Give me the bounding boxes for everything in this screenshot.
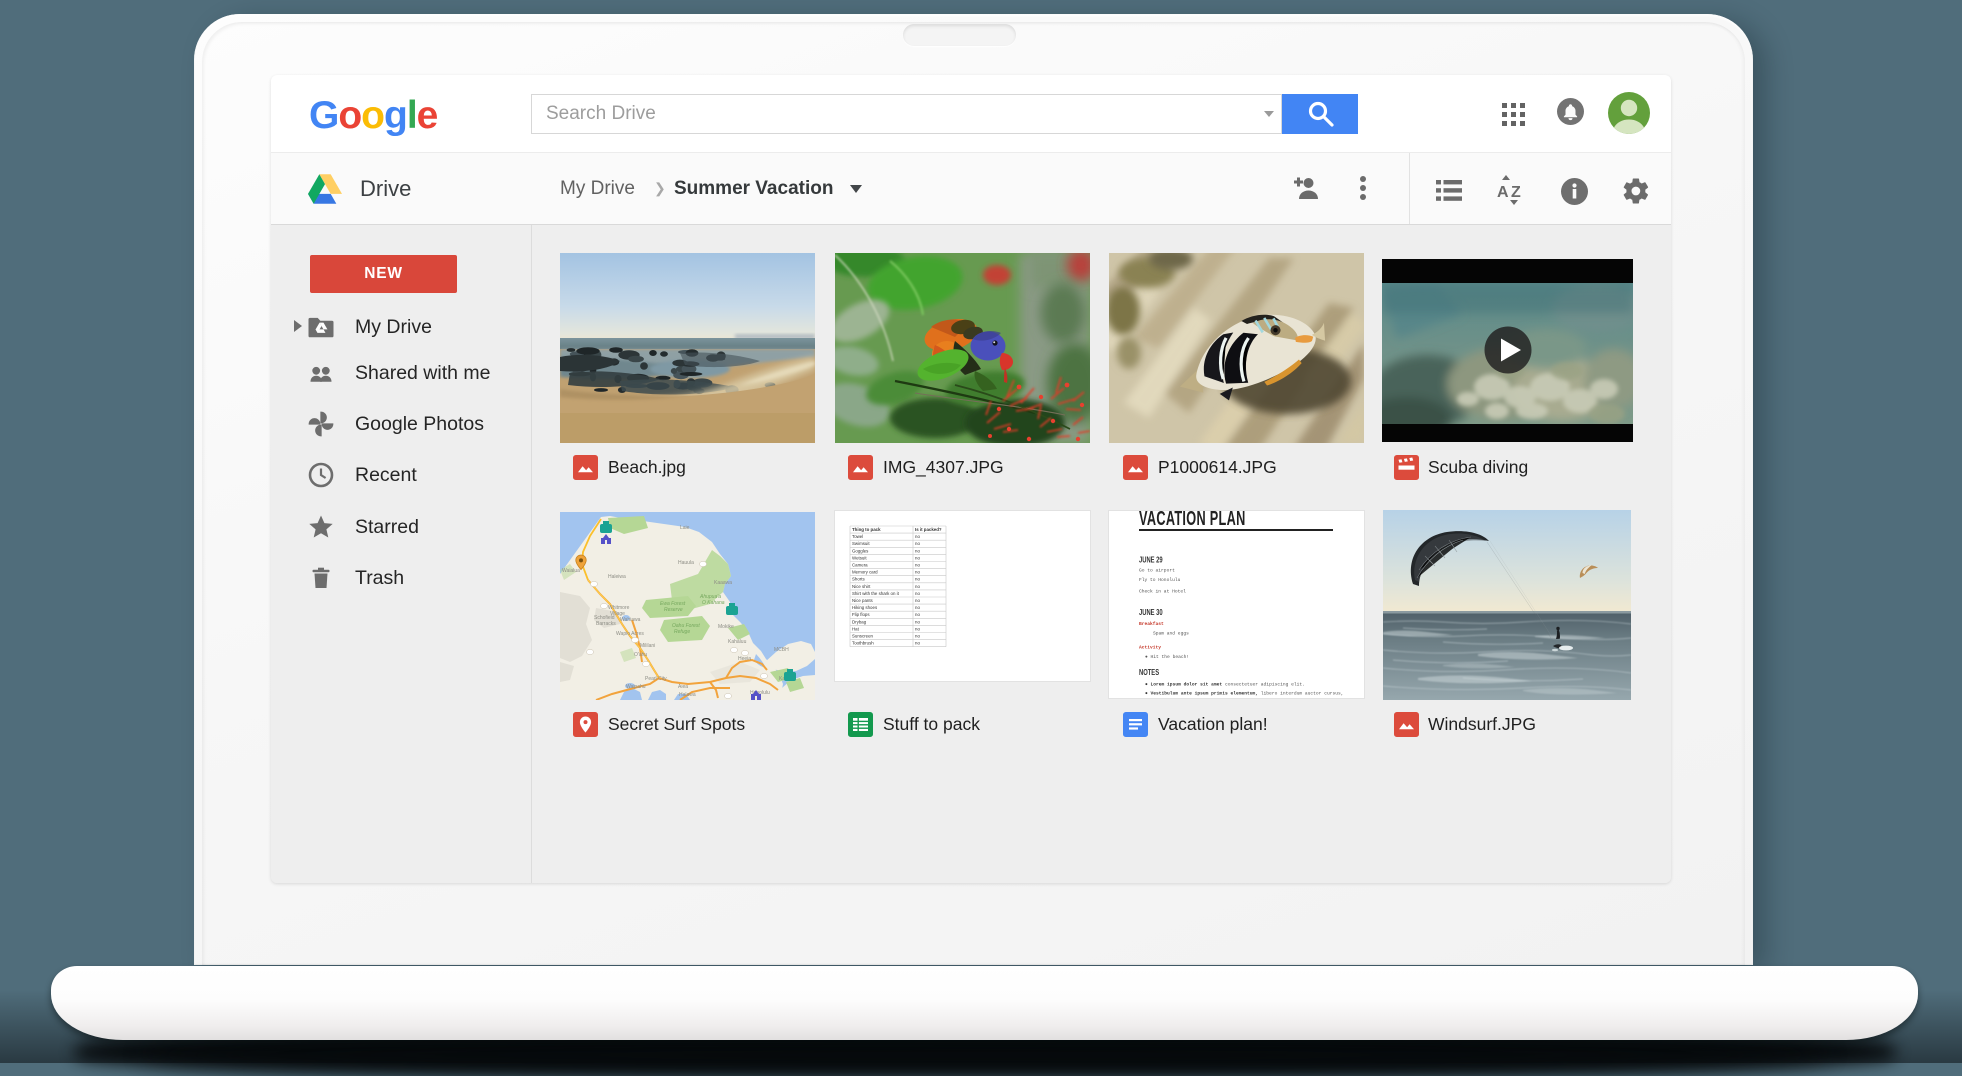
svg-text:Mokike: Mokike: [718, 624, 734, 630]
svg-text:no: no: [915, 605, 920, 610]
svg-text:Hauula: Hauula: [678, 560, 694, 566]
svg-text:Mililani: Mililani: [640, 643, 655, 649]
svg-text:Is it packed?: Is it packed?: [915, 527, 942, 532]
svg-text:JUNE 30: JUNE 30: [1139, 609, 1163, 617]
svg-text:Waialua: Waialua: [562, 568, 580, 574]
svg-text:Activity: Activity: [1139, 645, 1161, 651]
svg-text:Swimsuit: Swimsuit: [852, 541, 870, 546]
svg-text:Nice shirt: Nice shirt: [852, 584, 871, 589]
svg-text:VACATION PLAN: VACATION PLAN: [1139, 511, 1246, 530]
svg-text:no: no: [915, 548, 920, 553]
svg-text:Kahaluu: Kahaluu: [728, 639, 747, 645]
svg-text:Goggles: Goggles: [852, 548, 869, 553]
svg-text:Toothbrush: Toothbrush: [852, 641, 874, 646]
svg-text:Barracks: Barracks: [596, 621, 616, 627]
svg-text:● Vestibulum ante ipsum primis: ● Vestibulum ante ipsum primis elementum…: [1145, 691, 1344, 697]
svg-text:Laie: Laie: [680, 525, 690, 531]
svg-text:no: no: [915, 570, 920, 575]
svg-text:Wapio Acres: Wapio Acres: [616, 631, 644, 637]
svg-text:Go to airport: Go to airport: [1139, 568, 1175, 574]
svg-text:Memory card: Memory card: [852, 570, 878, 575]
svg-text:Thing to pack: Thing to pack: [852, 527, 881, 532]
svg-text:Hat: Hat: [852, 626, 860, 631]
svg-text:Flip flops: Flip flops: [852, 612, 870, 617]
svg-text:O'ahu: O'ahu: [634, 652, 647, 658]
svg-text:Z: Z: [1511, 184, 1521, 201]
svg-text:no: no: [915, 534, 920, 539]
svg-text:Heeia: Heeia: [738, 656, 751, 662]
svg-text:Waipahu: Waipahu: [626, 684, 646, 690]
svg-text:Drybag: Drybag: [852, 619, 867, 624]
svg-text:Breakfast: Breakfast: [1139, 621, 1164, 627]
svg-text:no: no: [915, 577, 920, 582]
svg-text:no: no: [915, 634, 920, 639]
svg-text:Fly to Honolulu: Fly to Honolulu: [1139, 577, 1181, 583]
svg-text:no: no: [915, 555, 920, 560]
svg-text:no: no: [915, 598, 920, 603]
svg-text:no: no: [915, 541, 920, 546]
svg-text:JUNE 29: JUNE 29: [1139, 557, 1163, 565]
svg-text:NOTES: NOTES: [1139, 669, 1159, 677]
svg-text:no: no: [915, 641, 920, 646]
svg-text:no: no: [915, 591, 920, 596]
svg-text:Reserve: Reserve: [664, 607, 683, 613]
svg-text:Camera: Camera: [852, 563, 868, 568]
svg-text:MCBH: MCBH: [774, 647, 789, 653]
svg-text:Hiking shoes: Hiking shoes: [852, 605, 878, 610]
svg-text:no: no: [915, 584, 920, 589]
svg-text:Shorts: Shorts: [852, 577, 865, 582]
svg-text:no: no: [915, 626, 920, 631]
svg-text:● Hit the beach!: ● Hit the beach!: [1145, 654, 1189, 660]
svg-text:Halawa: Halawa: [679, 692, 696, 698]
svg-text:A: A: [1497, 184, 1509, 201]
svg-text:Wahiawa: Wahiawa: [620, 617, 641, 623]
svg-text:no: no: [915, 563, 920, 568]
svg-text:Kaaawa: Kaaawa: [714, 580, 732, 586]
svg-text:Haleiwa: Haleiwa: [608, 574, 626, 580]
svg-text:● Lorem ipsum dolor sit amet c: ● Lorem ipsum dolor sit amet consectetue…: [1145, 682, 1305, 688]
svg-text:O Kahana: O Kahana: [702, 600, 725, 606]
svg-text:Towel: Towel: [852, 534, 863, 539]
svg-text:Aiea: Aiea: [678, 684, 688, 690]
svg-text:Spam and eggs: Spam and eggs: [1153, 631, 1189, 637]
svg-text:no: no: [915, 619, 920, 624]
svg-text:Check in at Hotel: Check in at Hotel: [1139, 589, 1186, 595]
svg-text:Shirt with the shark on it: Shirt with the shark on it: [852, 591, 900, 596]
svg-text:Sunscreen: Sunscreen: [852, 634, 874, 639]
svg-text:Refuge: Refuge: [674, 629, 690, 635]
svg-text:Nice pants: Nice pants: [852, 598, 874, 603]
svg-text:no: no: [915, 612, 920, 617]
svg-text:Wetsuit: Wetsuit: [852, 555, 867, 560]
svg-text:Pearl City: Pearl City: [645, 676, 667, 682]
